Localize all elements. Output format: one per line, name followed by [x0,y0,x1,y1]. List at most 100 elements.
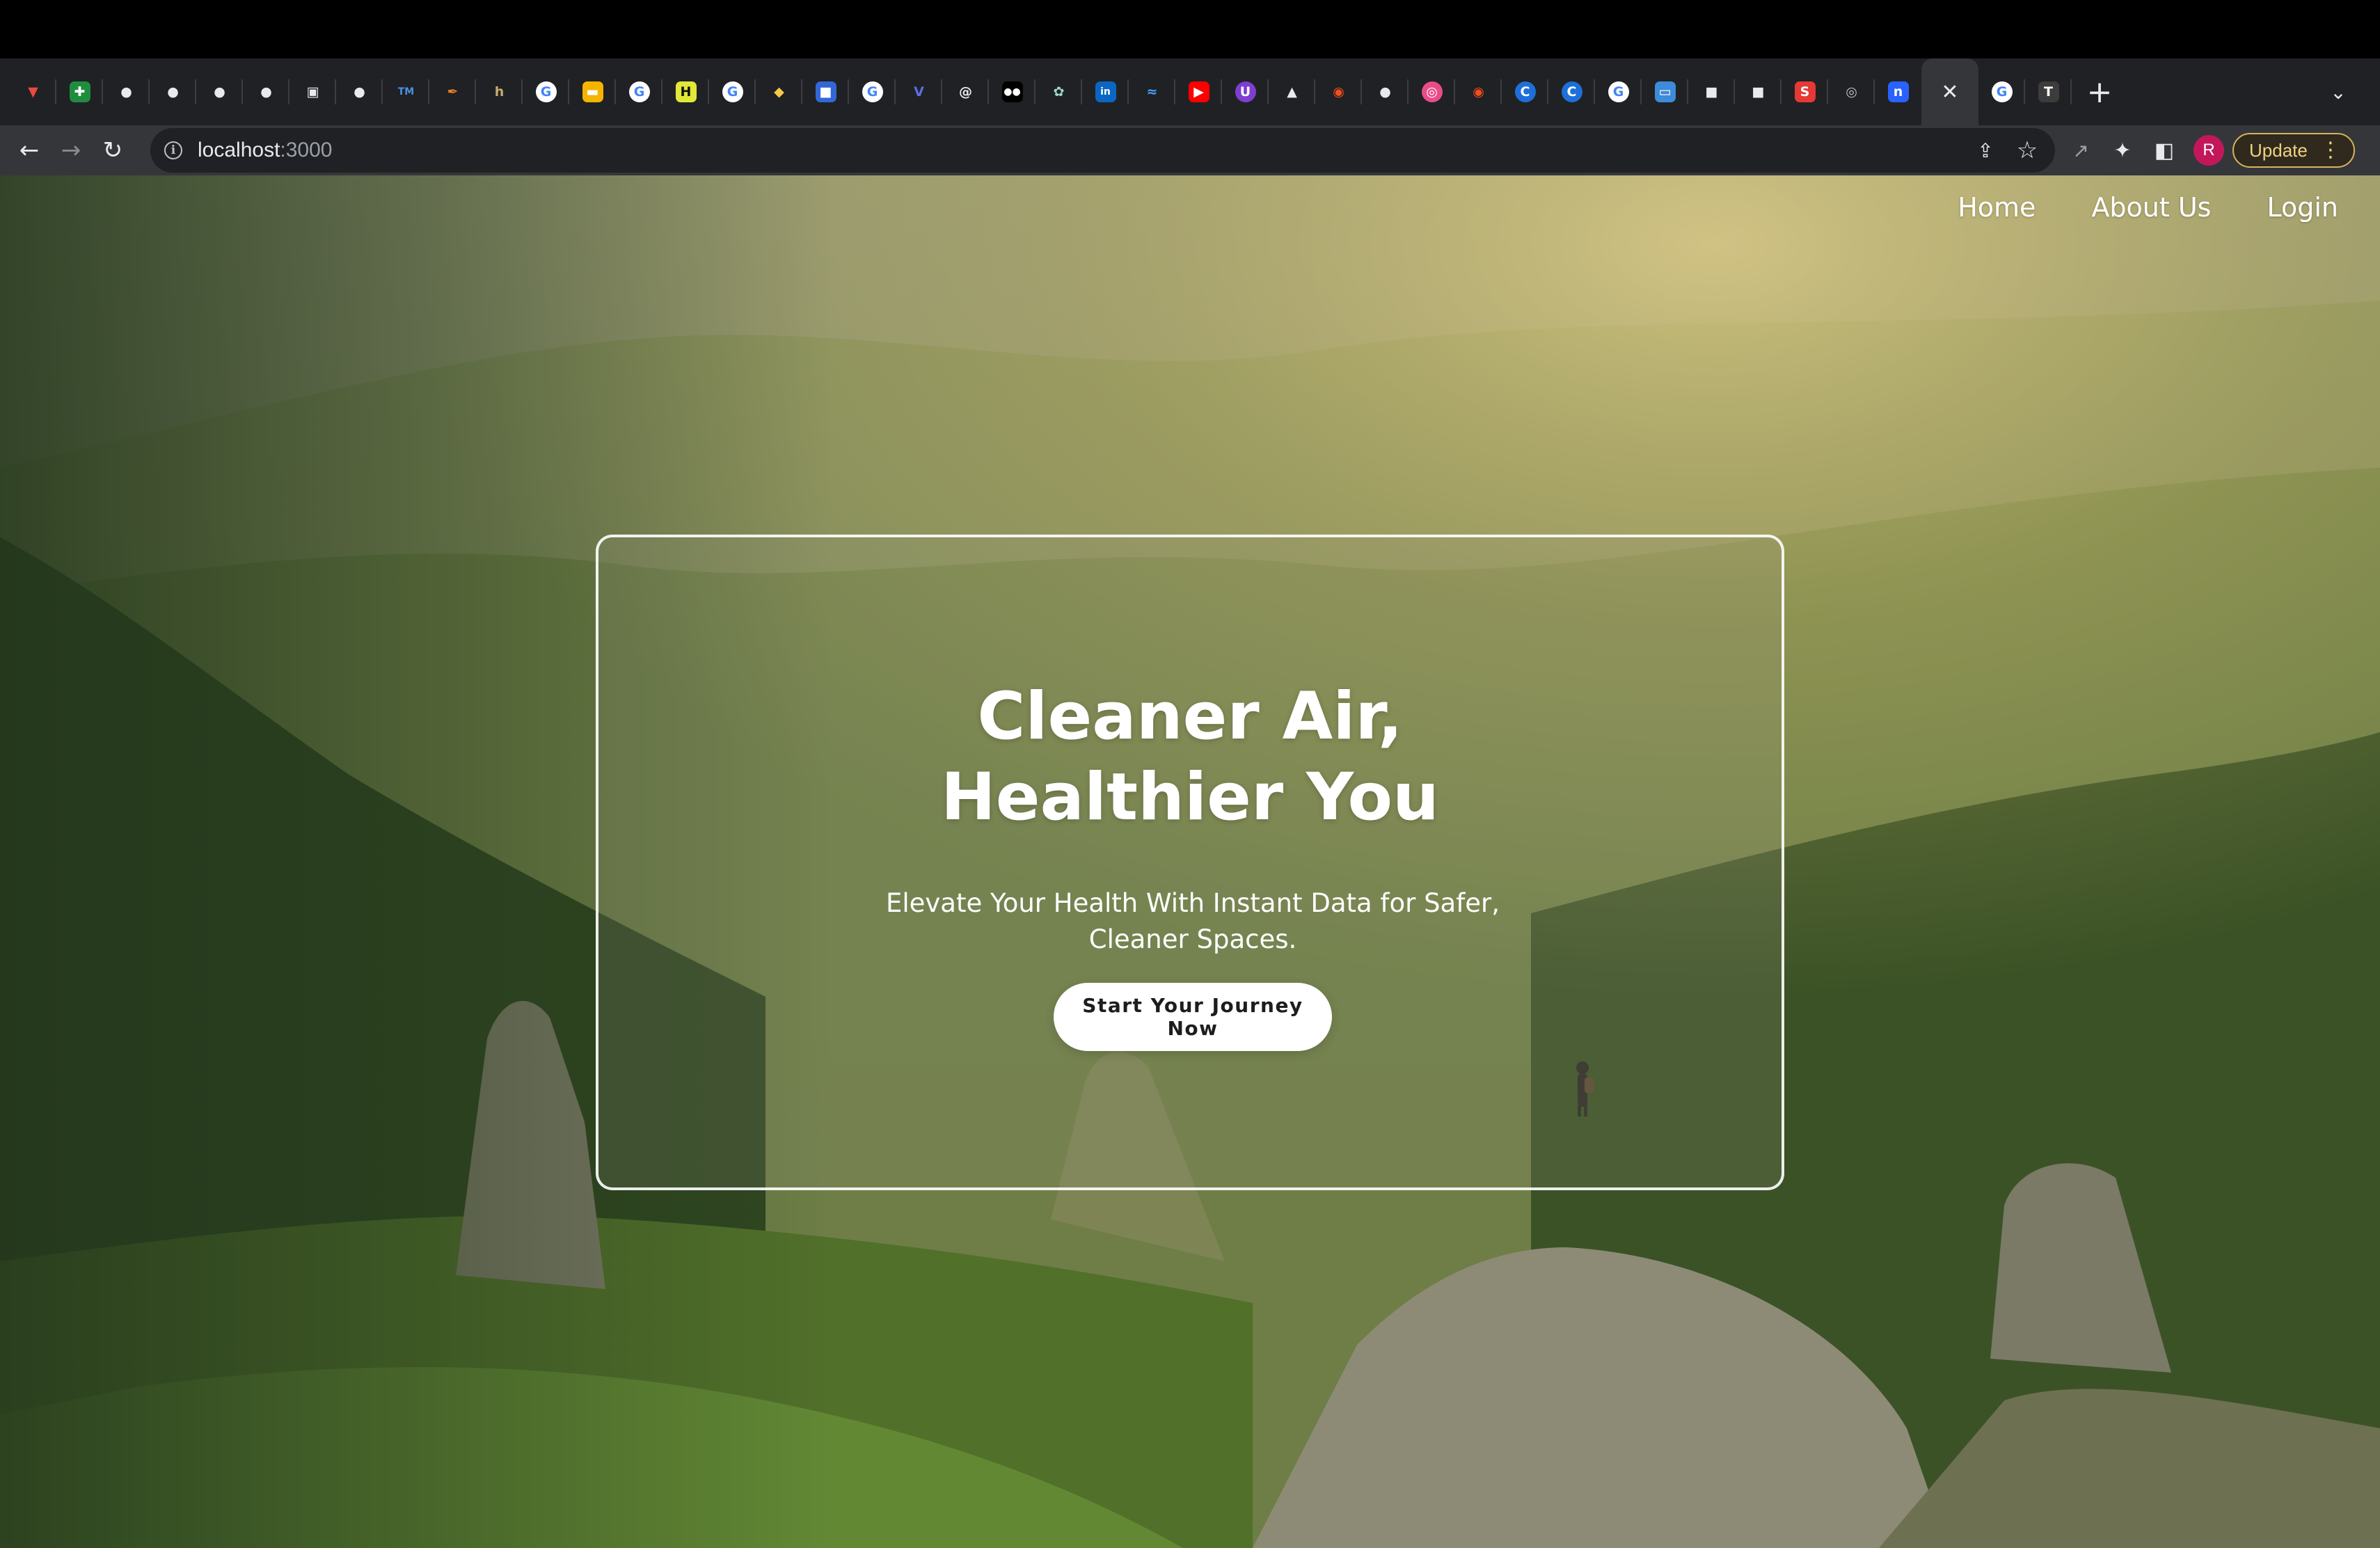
back-button[interactable]: ← [8,129,50,171]
figma-icon: ◉ [1333,84,1344,100]
google-icon: G [1608,81,1629,102]
browser-tab[interactable]: G [849,58,896,125]
browser-tab[interactable]: S [1782,58,1828,125]
hero-card: Cleaner Air, Healthier You Elevate Your … [596,535,1784,1190]
browser-tab[interactable]: ✒ [429,58,476,125]
browser-tab[interactable]: ● [336,58,383,125]
browser-tab[interactable]: ■ [1735,58,1782,125]
browser-tab[interactable]: ▣ [289,58,336,125]
forward-arrow-icon: → [61,136,81,164]
browser-tab[interactable]: TM [383,58,429,125]
browser-tab[interactable]: T [2025,58,2072,125]
browser-tab[interactable]: ● [243,58,289,125]
browser-tab[interactable]: ◎ [1409,58,1455,125]
dribbble-icon: ◎ [1421,81,1443,102]
browser-tab[interactable]: ■ [802,58,849,125]
browser-tab[interactable]: ●● [989,58,1036,125]
omnibox-actions: ⇪ ☆ [1965,129,2048,171]
browser-tab[interactable]: ● [196,58,243,125]
browser-tab[interactable]: ✚ [56,58,103,125]
tab-strip: ▼ ✚ ● ● ● ● ▣ ● TM ✒ h G ▬ G H G ◆ ■ G V @ ●● ✿ in ≈ ▶ U ▲ ◉ ● ◎ ◉ C C G ▭ ■… [0,58,2380,125]
browser-tab[interactable]: G [709,58,756,125]
bell-icon: ▲ [1287,84,1297,100]
openai-icon: ✿ [1053,84,1065,100]
browser-tab[interactable]: ◉ [1455,58,1502,125]
browser-tab[interactable]: n [1875,58,1921,125]
back-arrow-icon: ← [19,136,40,164]
google-icon: G [1991,81,2013,102]
nav-home-link[interactable]: Home [1958,192,2036,223]
tm-icon: TM [397,86,415,97]
browser-tab-active[interactable]: ✕ [1921,58,1978,125]
python-icon: ◆ [774,84,784,100]
profile-avatar[interactable]: R [2193,135,2224,166]
hero-subtitle: Elevate Your Health With Instant Data fo… [885,888,1500,954]
forward-button[interactable]: → [50,129,92,171]
browser-tab[interactable]: G [523,58,569,125]
start-journey-button[interactable]: Start Your Journey Now [1054,983,1332,1051]
browser-tab[interactable]: ▶ [1175,58,1222,125]
browser-tab[interactable]: V [896,58,942,125]
bookmark-button[interactable]: ☆ [2006,129,2048,171]
globe-icon: ◎ [1846,84,1857,100]
figma-icon: ◉ [1473,84,1484,100]
c-logo-icon: C [1561,81,1582,102]
browser-tab[interactable]: C [1502,58,1548,125]
tab-search-button[interactable]: ⌄ [2317,58,2359,125]
share-icon: ⇪ [1977,139,1994,162]
slides-icon: ▬ [582,81,603,102]
u-logo-icon: U [1235,81,1256,102]
extensions-menu-button[interactable]: ✦ [2102,129,2143,171]
browser-tab[interactable]: ◆ [756,58,802,125]
google-icon: G [628,81,650,102]
new-tab-button[interactable]: + [2072,58,2127,125]
update-label: Update [2249,139,2308,161]
browser-tab[interactable]: H [663,58,709,125]
browser-tab[interactable]: G [1978,58,2025,125]
medium-icon: ●● [1001,81,1023,102]
browser-tab[interactable]: G [1595,58,1642,125]
site-info-icon[interactable]: i [164,141,182,159]
browser-tab[interactable]: in [1082,58,1129,125]
browser-tab[interactable]: ◎ [1828,58,1875,125]
browser-tab[interactable]: ▬ [569,58,616,125]
reload-button[interactable]: ↻ [92,129,134,171]
github-icon: ● [214,84,225,100]
github-icon: ● [260,84,272,100]
address-bar[interactable]: i localhost:3000 ⇪ ☆ [150,128,2055,173]
c-logo-icon: C [1514,81,1536,102]
hero-title: Cleaner Air, Healthier You [598,677,1782,838]
browser-tab[interactable]: U [1222,58,1269,125]
hero-title-line-1: Cleaner Air, [977,679,1403,755]
side-panel-button[interactable]: ◧ [2143,129,2185,171]
update-button[interactable]: Update ⋮ [2232,133,2355,168]
browser-tab[interactable]: ▲ [1269,58,1315,125]
nav-login-link[interactable]: Login [2267,192,2338,223]
browser-tab[interactable]: ▼ [10,58,56,125]
browser-tab[interactable]: ■ [1688,58,1735,125]
v-logo-icon: V [914,84,924,100]
youtube-icon: ▶ [1188,81,1209,102]
browser-tab[interactable]: ● [1362,58,1409,125]
nav-about-us-link[interactable]: About Us [2091,192,2211,223]
browser-tab[interactable]: ✿ [1036,58,1082,125]
google-icon: G [535,81,557,102]
browser-tab[interactable]: @ [942,58,989,125]
extension-button[interactable]: ↗ [2060,129,2102,171]
terminal-icon: ▣ [306,84,319,100]
browser-tab[interactable]: ▭ [1642,58,1688,125]
close-icon[interactable]: ✕ [1941,80,1958,104]
browser-tab[interactable]: G [616,58,663,125]
unsplash-icon: ■ [1752,84,1765,100]
browser-tab[interactable]: ≈ [1129,58,1175,125]
browser-tab[interactable]: C [1548,58,1595,125]
n-logo-icon: n [1887,81,1909,102]
url-port: :3000 [280,139,333,161]
share-button[interactable]: ⇪ [1965,129,2006,171]
browser-tab[interactable]: ◉ [1315,58,1362,125]
h-yellow-icon: H [675,81,697,102]
browser-tab[interactable]: ● [150,58,196,125]
browser-tab[interactable]: ● [103,58,150,125]
browser-tab[interactable]: h [476,58,523,125]
t-logo-icon: T [2038,81,2059,102]
